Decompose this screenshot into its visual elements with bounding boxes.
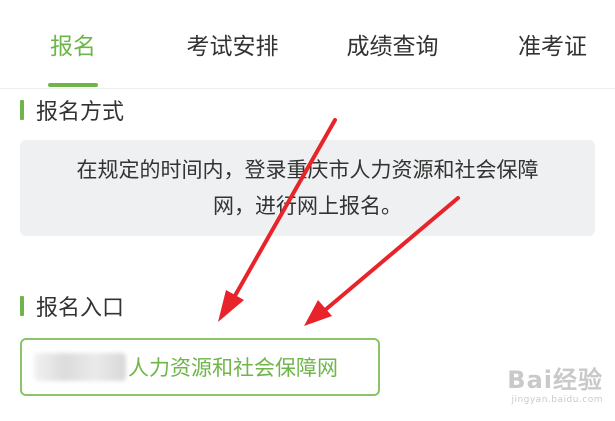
hrss-website-link-button[interactable]: 人力资源和社会保障网	[20, 338, 380, 396]
section-marker	[20, 296, 24, 316]
section-entry-title: 报名入口	[36, 296, 125, 321]
registration-method-line2: 网，进行网上报名。	[213, 194, 402, 218]
tab-registration[interactable]: 报名	[18, 0, 128, 88]
watermark-brand: Bai经验	[507, 366, 603, 394]
tab-exam-schedule[interactable]: 考试安排	[165, 0, 300, 88]
watermark-url: jingyan.baidu.com	[511, 395, 603, 405]
tab-admission-ticket-label: 准考证	[518, 34, 587, 60]
tab-exam-schedule-label: 考试安排	[186, 34, 279, 60]
baidu-jingyan-watermark: Bai经验 jingyan.baidu.com	[507, 360, 603, 405]
section-marker	[20, 100, 24, 120]
section-method-title: 报名方式	[36, 100, 125, 125]
section-method-heading: 报名方式	[20, 96, 125, 125]
tab-registration-label: 报名	[50, 34, 96, 60]
section-entry-heading: 报名入口	[20, 292, 125, 321]
hrss-website-link-label: 人力资源和社会保障网	[128, 356, 338, 380]
registration-method-text: 在规定的时间内，登录重庆市人力资源和社会保障 网，进行网上报名。	[77, 152, 539, 224]
tab-score-query-label: 成绩查询	[346, 34, 439, 60]
tab-admission-ticket[interactable]: 准考证	[490, 0, 615, 88]
tab-bar: 报名 考试安排 成绩查询 准考证	[0, 0, 615, 89]
registration-method-line1: 在规定的时间内，登录重庆市人力资源和社会保障	[76, 158, 539, 182]
registration-method-box: 在规定的时间内，登录重庆市人力资源和社会保障 网，进行网上报名。	[20, 140, 595, 236]
tab-score-query[interactable]: 成绩查询	[325, 0, 460, 88]
blurred-text	[34, 353, 126, 381]
active-tab-indicator	[48, 83, 98, 87]
